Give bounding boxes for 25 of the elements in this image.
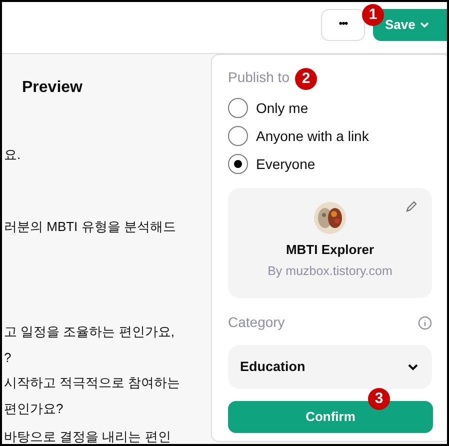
pencil-icon[interactable] [405,200,418,213]
preview-text-line: 요. [4,146,21,164]
radio-button[interactable] [228,98,248,118]
preview-text-line: 편인가요? [4,400,64,418]
preview-text-line: 러분의 MBTI 유형을 분석해드 [4,218,176,236]
gpt-name: MBTI Explorer [286,241,374,259]
more-button[interactable]: ••• [321,8,365,40]
radio-label[interactable]: Everyone [256,154,316,174]
category-label: Category [228,313,285,332]
preview-title: Preview [22,78,82,98]
radio-label[interactable]: Anyone with a link [256,126,369,146]
info-icon[interactable] [418,316,432,330]
preview-text-line: ? [4,348,12,366]
chevron-down-icon [420,22,430,28]
radio-button[interactable] [228,126,248,146]
radio-button[interactable] [228,154,248,174]
chevron-down-icon [408,364,418,370]
preview-text-line: 바탕으로 결정을 내리는 편인 [4,428,171,444]
step-number-marker: 1 [362,4,384,26]
category-select[interactable]: Education [228,345,432,389]
gpt-author: By muzbox.tistory.com [268,262,392,280]
publish-heading: Publish to [228,68,290,87]
radio-label[interactable]: Only me [256,98,308,118]
preview-text-line: 시작하고 적극적으로 참여하는 [4,374,180,392]
preview-text-line: 고 일정을 조율하는 편인가요, [4,323,174,341]
